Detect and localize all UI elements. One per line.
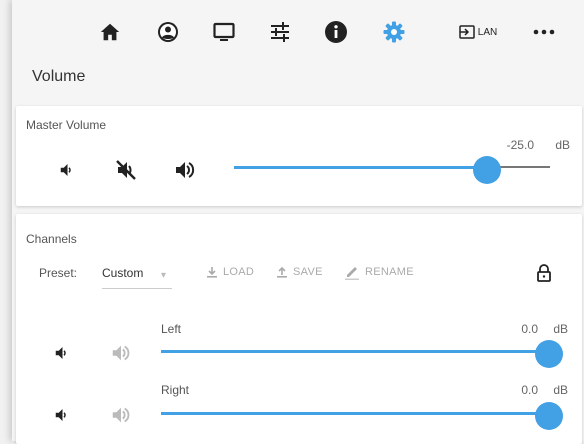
save-button[interactable]: SAVE xyxy=(276,266,323,278)
user-icon[interactable] xyxy=(154,18,182,46)
info-icon[interactable] xyxy=(322,18,350,46)
download-icon xyxy=(207,267,217,278)
lan-input-button[interactable]: LAN xyxy=(452,18,504,46)
master-volume-thumb[interactable] xyxy=(472,156,501,184)
lan-label: LAN xyxy=(477,26,498,38)
master-volume-track-fill xyxy=(234,166,487,169)
left-volume-up-icon[interactable] xyxy=(108,340,134,366)
volume-up-icon[interactable] xyxy=(171,156,199,184)
save-label: SAVE xyxy=(293,266,323,278)
right-channel-value: 0.0 xyxy=(521,383,538,397)
left-channel-value: 0.0 xyxy=(521,322,538,336)
master-volume-card: Master Volume -25.0 dB xyxy=(16,106,582,206)
left-volume-down-icon[interactable] xyxy=(50,342,72,364)
left-channel-label: Left xyxy=(161,322,182,336)
settings-gear-icon[interactable] xyxy=(380,18,408,46)
left-channel-unit: dB xyxy=(553,322,568,336)
left-channel-slider[interactable] xyxy=(161,340,563,368)
preset-value: Custom xyxy=(102,266,144,280)
channels-title: Channels xyxy=(26,232,77,246)
right-channel-track-fill xyxy=(161,412,549,415)
master-volume-title: Master Volume xyxy=(26,118,107,132)
left-channel-track-fill xyxy=(161,350,549,353)
page-title: Volume xyxy=(32,68,86,85)
chevron-down-icon: ▾ xyxy=(160,270,166,281)
volume-down-icon[interactable] xyxy=(54,158,78,182)
top-nav: LAN xyxy=(12,0,584,62)
home-icon[interactable] xyxy=(96,18,124,46)
pencil-icon xyxy=(345,267,359,280)
rename-button[interactable]: RENAME xyxy=(344,264,414,280)
upload-icon xyxy=(277,266,287,278)
page: LAN Volume Master Volume -25.0 dB Channe… xyxy=(12,0,584,444)
master-volume-slider[interactable] xyxy=(234,156,550,184)
right-channel-slider[interactable] xyxy=(161,402,563,430)
mute-icon[interactable] xyxy=(112,156,140,184)
right-channel-unit: dB xyxy=(553,383,568,397)
right-channel-label: Right xyxy=(161,383,190,397)
monitor-icon[interactable] xyxy=(210,18,238,46)
right-volume-down-icon[interactable] xyxy=(50,404,72,426)
preset-select[interactable]: Custom ▾ xyxy=(102,266,172,289)
input-source-icon xyxy=(459,25,475,39)
equalizer-icon[interactable] xyxy=(266,18,294,46)
right-channel-thumb[interactable] xyxy=(535,402,563,430)
channels-card: Channels Preset: Custom ▾ LOAD SAVE RENA… xyxy=(16,214,582,444)
master-volume-value: -25.0 xyxy=(506,138,534,152)
left-channel-thumb[interactable] xyxy=(535,340,563,368)
more-options-icon[interactable] xyxy=(530,18,558,46)
load-label: LOAD xyxy=(223,266,255,278)
right-volume-up-icon[interactable] xyxy=(108,402,134,428)
rename-label: RENAME xyxy=(365,266,414,278)
master-volume-unit: dB xyxy=(555,138,570,152)
preset-label: Preset: xyxy=(39,266,78,280)
load-button[interactable]: LOAD xyxy=(206,266,254,278)
lock-icon[interactable] xyxy=(534,262,554,284)
